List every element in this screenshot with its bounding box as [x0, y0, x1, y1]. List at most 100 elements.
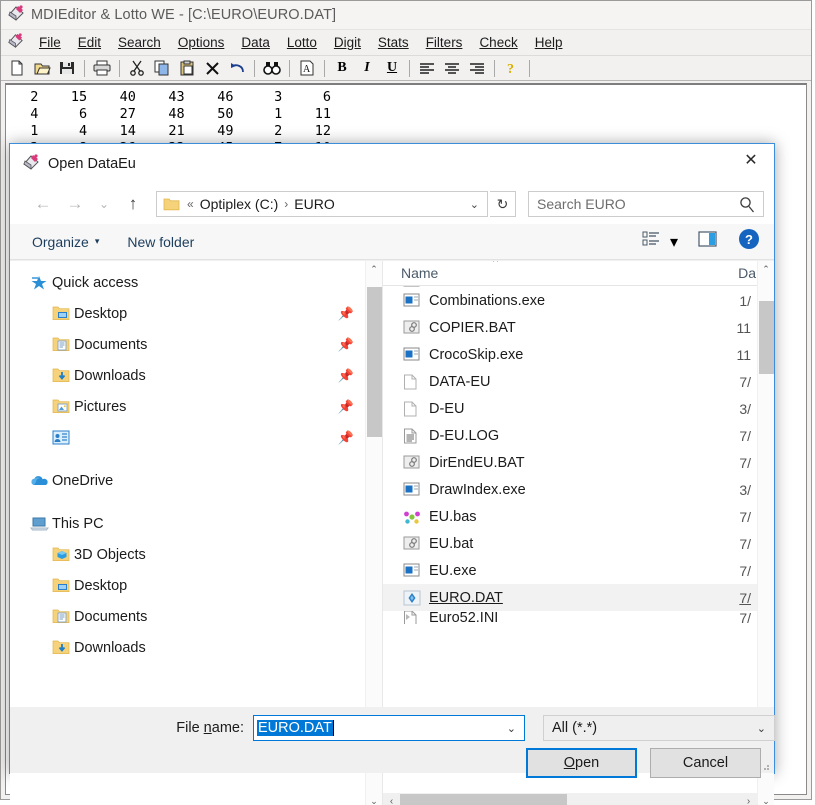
table-row[interactable]: Euro52.INI 7/ — [383, 611, 757, 624]
menu-digit[interactable]: Digit — [326, 33, 370, 52]
save-icon[interactable] — [55, 57, 79, 79]
filename-row: File name: EURO.DAT ⌄ All (*.*) ⌄ — [10, 715, 775, 741]
table-row[interactable]: DATA-EU 7/ — [383, 368, 757, 395]
help-button[interactable]: ? — [738, 228, 760, 255]
close-icon[interactable]: ✕ — [728, 144, 774, 175]
sidebar-item-contacts[interactable]: 📌 — [10, 422, 382, 453]
undo-icon[interactable] — [225, 57, 249, 79]
open-icon[interactable] — [30, 57, 54, 79]
cancel-button[interactable]: Cancel — [650, 748, 761, 778]
up-button[interactable]: ↑ — [118, 189, 148, 219]
log-file-icon — [403, 428, 429, 444]
table-row[interactable]: EU.exe 7/ — [383, 557, 757, 584]
find-icon[interactable] — [260, 57, 284, 79]
menu-options[interactable]: Options — [170, 33, 234, 52]
back-button[interactable]: ← — [28, 189, 58, 219]
table-row[interactable]: DirEndEU.BAT 7/ — [383, 449, 757, 476]
sidebar-item-desktop-pc[interactable]: Desktop — [10, 570, 382, 601]
menu-lotto[interactable]: Lotto — [279, 33, 326, 52]
table-row[interactable]: CrocoSkip.exe 11 — [383, 341, 757, 368]
sidebar-item-documents[interactable]: Documents 📌 — [10, 329, 382, 360]
scroll-down-icon[interactable]: ⌄ — [758, 793, 774, 805]
refresh-button[interactable]: ↻ — [490, 191, 516, 217]
pin-icon[interactable]: 📌 — [338, 430, 354, 446]
menu-check[interactable]: Check — [471, 33, 526, 52]
print-icon[interactable] — [90, 57, 114, 79]
bold-icon[interactable]: B — [330, 57, 354, 79]
new-icon[interactable] — [5, 57, 29, 79]
scroll-up-icon[interactable]: ⌃ — [366, 261, 382, 278]
pin-icon[interactable]: 📌 — [338, 337, 354, 353]
table-row[interactable]: EU.bat 7/ — [383, 530, 757, 557]
align-right-icon[interactable] — [465, 57, 489, 79]
table-row[interactable]: D-EU.LOG 7/ — [383, 422, 757, 449]
menu-file[interactable]: File — [31, 33, 70, 52]
cut-icon[interactable] — [125, 57, 149, 79]
breadcrumb[interactable]: « Optiplex (C:) › EURO ⌄ — [156, 191, 488, 217]
menu-help[interactable]: Help — [527, 33, 572, 52]
breadcrumb-text: « Optiplex (C:) › EURO — [187, 196, 335, 212]
italic-icon[interactable]: I — [355, 57, 379, 79]
search-input[interactable]: Search EURO — [528, 191, 764, 217]
pin-icon[interactable]: 📌 — [338, 399, 354, 415]
underline-icon[interactable]: U — [380, 57, 404, 79]
filename-input[interactable]: EURO.DAT ⌄ — [253, 715, 525, 741]
table-row[interactable]: D-EU 3/ — [383, 395, 757, 422]
chevron-down-icon[interactable]: ⌄ — [470, 198, 479, 211]
forward-button[interactable]: → — [60, 189, 90, 219]
sidebar-item-documents-pc[interactable]: Documents — [10, 601, 382, 632]
font-icon[interactable]: A — [295, 57, 319, 79]
sidebar-item-this-pc[interactable]: This PC — [10, 508, 382, 539]
nav-group-quick-access[interactable]: Quick access — [10, 267, 382, 298]
sidebar-item-3d-objects[interactable]: 3D Objects — [10, 539, 382, 570]
table-row[interactable]: Combinations.exe 1/ — [383, 287, 757, 314]
file-date: 7/ — [739, 454, 751, 471]
pin-icon[interactable]: 📌 — [338, 306, 354, 322]
table-row[interactable]: EU.bas 7/ — [383, 503, 757, 530]
chevron-down-icon[interactable]: ⌄ — [507, 722, 516, 735]
menu-filters[interactable]: Filters — [418, 33, 472, 52]
breadcrumb-part-folder[interactable]: EURO — [294, 196, 334, 212]
menu-search[interactable]: Search — [110, 33, 170, 52]
organize-button[interactable]: Organize ▾ — [32, 234, 99, 250]
file-type-filter-select[interactable]: All (*.*) ⌄ — [543, 715, 775, 741]
preview-pane-button[interactable] — [698, 231, 718, 252]
breadcrumb-part-drive[interactable]: Optiplex (C:) — [200, 196, 279, 212]
menu-edit[interactable]: Edit — [70, 33, 110, 52]
scrollbar-thumb[interactable] — [400, 794, 567, 805]
column-header-name[interactable]: Name — [383, 265, 438, 281]
scrollbar-thumb[interactable] — [367, 287, 382, 437]
file-list-horizontal-scrollbar[interactable]: ‹ › — [383, 793, 757, 805]
paste-icon[interactable] — [175, 57, 199, 79]
breadcrumb-overflow[interactable]: « — [187, 197, 194, 211]
change-view-button[interactable]: ▾ — [642, 230, 678, 253]
open-button[interactable]: Open — [526, 748, 637, 778]
menu-data[interactable]: Data — [233, 33, 279, 52]
help-icon[interactable]: ? — [500, 57, 524, 79]
scroll-left-icon[interactable]: ‹ — [383, 796, 400, 805]
new-folder-button[interactable]: New folder — [127, 234, 194, 250]
scrollbar-thumb[interactable] — [759, 301, 774, 374]
sidebar-item-downloads[interactable]: Downloads 📌 — [10, 360, 382, 391]
sidebar-item-onedrive[interactable]: OneDrive — [10, 465, 382, 496]
column-header-date[interactable]: Da — [738, 265, 756, 281]
scroll-up-icon[interactable]: ⌃ — [758, 261, 774, 278]
scroll-right-icon[interactable]: › — [740, 796, 757, 805]
copy-icon[interactable] — [150, 57, 174, 79]
delete-icon[interactable] — [200, 57, 224, 79]
align-left-icon[interactable] — [415, 57, 439, 79]
sidebar-item-pictures[interactable]: Pictures 📌 — [10, 391, 382, 422]
dialog-commandbar: Organize ▾ New folder ▾ ? — [10, 224, 774, 260]
resize-grip[interactable] — [759, 759, 771, 771]
align-center-icon[interactable] — [440, 57, 464, 79]
table-row-selected[interactable]: EURO.DAT 7/ — [383, 584, 757, 611]
menu-stats[interactable]: Stats — [370, 33, 418, 52]
recent-locations-button[interactable]: ⌄ — [92, 189, 116, 219]
pin-icon[interactable]: 📌 — [338, 368, 354, 384]
table-row[interactable]: DrawIndex.exe 3/ — [383, 476, 757, 503]
sidebar-item-downloads-pc[interactable]: Downloads — [10, 632, 382, 663]
toolbar-separator — [254, 59, 255, 77]
sidebar-item-desktop[interactable]: Desktop 📌 — [10, 298, 382, 329]
table-row[interactable]: COPIER.BAT 11 — [383, 314, 757, 341]
scroll-down-icon[interactable]: ⌄ — [366, 793, 382, 805]
